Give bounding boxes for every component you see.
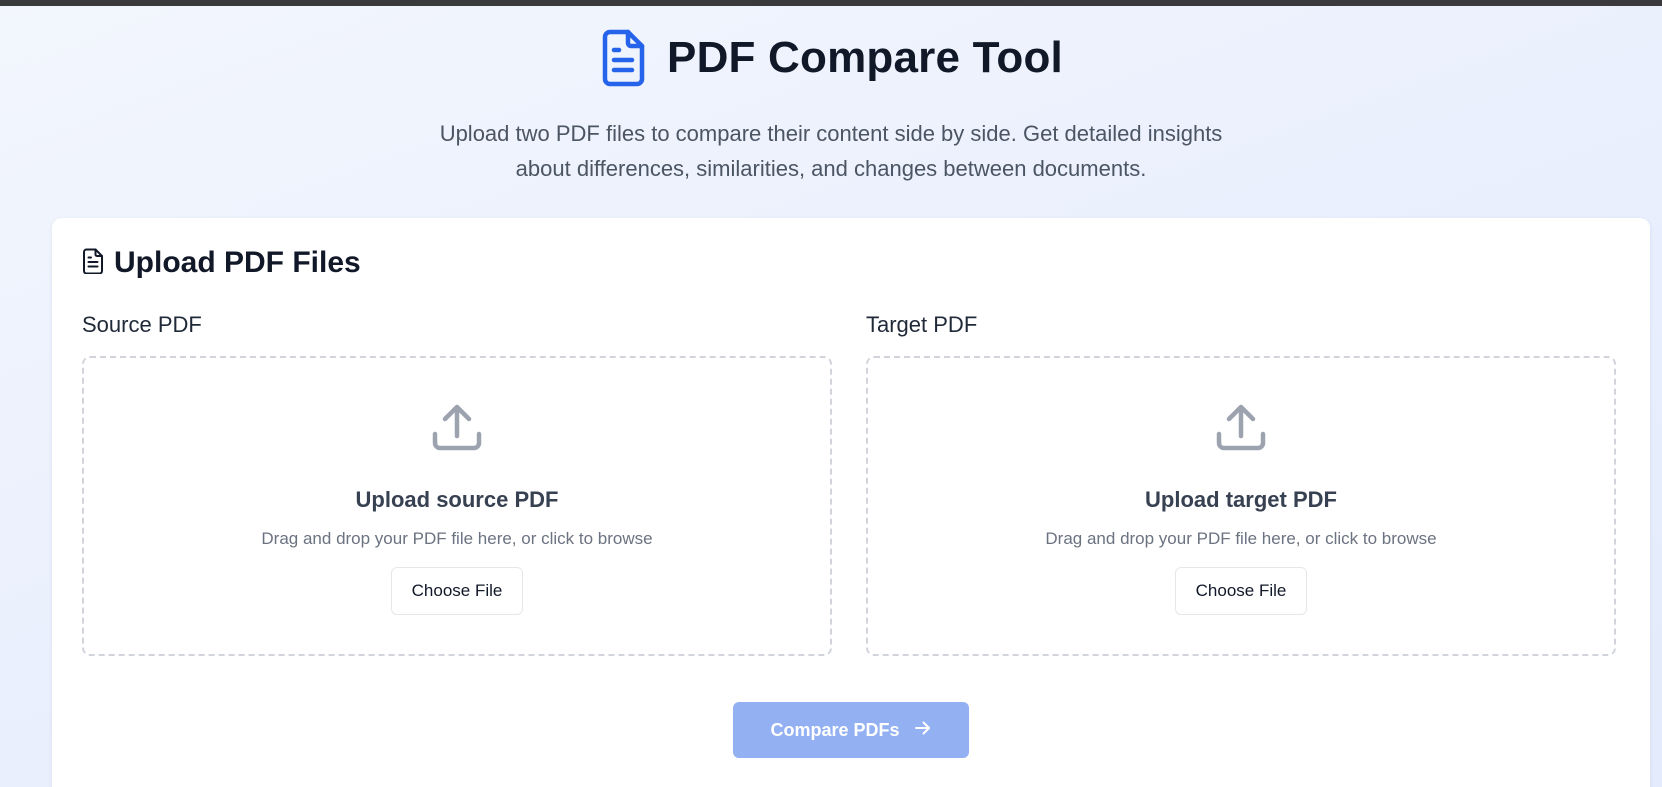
source-dropzone-hint: Drag and drop your PDF file here, or cli… <box>261 529 653 548</box>
source-choose-file-button[interactable]: Choose File <box>391 567 523 615</box>
compare-pdfs-button[interactable]: Compare PDFs <box>733 702 969 758</box>
upload-icon <box>431 402 483 459</box>
source-column: Source PDF Upload source PDF Drag and dr… <box>82 310 836 656</box>
page-subtitle: Upload two PDF files to compare their co… <box>439 121 1223 181</box>
target-dropzone-hint: Drag and drop your PDF file here, or cli… <box>1045 529 1437 548</box>
target-choose-file-button[interactable]: Choose File <box>1175 567 1307 615</box>
target-dropzone-heading: Upload target PDF <box>1145 487 1337 512</box>
source-pdf-label: Source PDF <box>82 312 202 337</box>
card-title: Upload PDF Files <box>114 246 361 279</box>
source-dropzone-heading: Upload source PDF <box>355 487 559 512</box>
file-text-icon <box>599 29 647 87</box>
upload-card: Upload PDF Files Source PDF Upload sourc… <box>52 218 1650 787</box>
source-dropzone[interactable]: Upload source PDF Drag and drop your PDF… <box>82 356 832 656</box>
arrow-right-icon <box>914 720 932 741</box>
title-row: PDF Compare Tool <box>599 28 1063 88</box>
browser-top-bar <box>0 0 1662 6</box>
target-pdf-label: Target PDF <box>866 312 978 337</box>
card-title-row: Upload PDF Files <box>82 242 361 284</box>
file-text-icon <box>82 248 104 279</box>
page-header: PDF Compare Tool Upload two PDF files to… <box>0 28 1662 186</box>
target-column: Target PDF Upload target PDF Drag and dr… <box>866 310 1620 656</box>
target-dropzone[interactable]: Upload target PDF Drag and drop your PDF… <box>866 356 1616 656</box>
upload-icon <box>1215 402 1267 459</box>
compare-button-label: Compare PDFs <box>770 719 900 740</box>
page-title: PDF Compare Tool <box>667 33 1063 82</box>
